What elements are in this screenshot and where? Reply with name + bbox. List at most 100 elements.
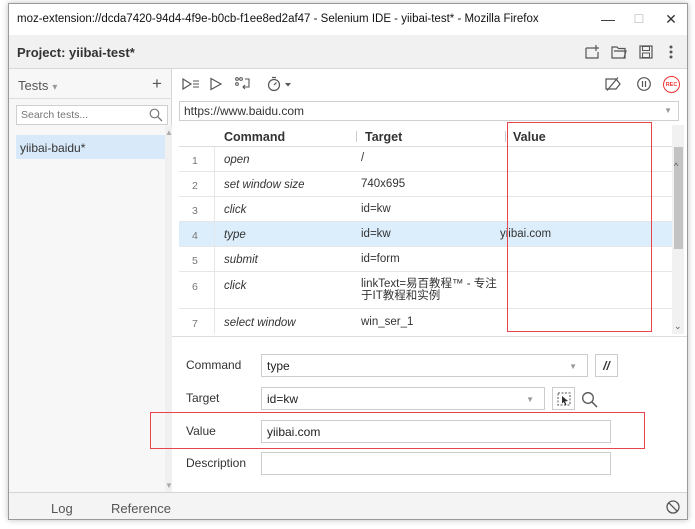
command-table: Command Target Value 1 open / 2 set wind… (179, 125, 679, 334)
row-number: 3 (192, 205, 198, 217)
record-button[interactable]: REC (663, 76, 680, 93)
tab-reference[interactable]: Reference (111, 501, 171, 516)
more-options-icon[interactable] (662, 43, 680, 61)
command-field[interactable]: ▼ (261, 354, 588, 377)
add-test-button[interactable]: + (152, 74, 162, 94)
description-field[interactable] (261, 452, 611, 475)
comment-toggle-button[interactable]: // (595, 354, 618, 377)
row-number: 5 (192, 255, 198, 267)
table-row[interactable]: 6 click linkText=易百教程™ - 专注 于IT教程和实例 (179, 272, 672, 309)
row-command: click (224, 280, 247, 292)
row-number: 2 (192, 180, 198, 192)
command-editor: Command ▼ // Target ▼ Value Description (150, 336, 687, 492)
scroll-up-icon[interactable]: ^ (674, 161, 678, 171)
row-command: open (224, 154, 250, 166)
step-over-icon[interactable] (234, 76, 252, 92)
row-command: submit (224, 254, 258, 266)
row-command: click (224, 204, 247, 216)
base-url-input[interactable] (180, 102, 650, 120)
command-label: Command (186, 358, 242, 372)
column-header-command: Command (224, 130, 286, 144)
tests-label: Tests (18, 78, 49, 93)
disable-breakpoints-icon[interactable] (604, 76, 622, 92)
value-input[interactable] (262, 421, 593, 442)
window-title: moz-extension://dcda7420-94d4-4f9e-b0cb-… (17, 13, 539, 25)
row-target: id=kw (361, 203, 391, 215)
search-icon (149, 108, 163, 122)
target-label: Target (186, 391, 220, 405)
main-panel: REC ▼ Command Target Value 1 open / 2 (150, 69, 687, 492)
row-number: 1 (192, 155, 198, 167)
bottom-panel-tabs: Log Reference (9, 492, 687, 520)
row-target: win_ser_1 (361, 316, 414, 328)
number-column-divider (214, 147, 215, 334)
playback-toolbar: REC (172, 69, 687, 99)
row-command: type (224, 229, 246, 241)
table-row[interactable]: 5 submit id=form (179, 247, 672, 272)
table-row[interactable]: 7 select window win_ser_1 (179, 309, 672, 334)
table-row[interactable]: 1 open / (179, 147, 672, 172)
open-project-icon[interactable] (610, 43, 628, 61)
target-field[interactable]: ▼ (261, 387, 545, 410)
maximize-button[interactable]: ☐ (624, 8, 654, 30)
row-target: id=form (361, 253, 400, 265)
column-header-target: Target (365, 130, 403, 144)
tests-dropdown[interactable]: Tests ▾ (18, 78, 57, 93)
select-target-icon (557, 392, 570, 405)
column-header-value: Value (513, 130, 546, 144)
row-command: set window size (224, 179, 305, 191)
chevron-down-icon: ▾ (52, 82, 58, 93)
row-target-line2: 于IT教程和实例 (361, 290, 441, 302)
tests-header: Tests ▾ + (9, 69, 172, 99)
row-command: select window (224, 317, 296, 329)
save-project-icon[interactable] (637, 43, 655, 61)
value-field[interactable] (261, 420, 611, 443)
tests-sidebar: Tests▾ + yiibai-baidu* ▲ ▼ (9, 69, 173, 492)
column-separator (505, 131, 506, 142)
row-number: 6 (192, 281, 198, 293)
tab-log[interactable]: Log (51, 501, 73, 516)
description-input[interactable] (262, 453, 593, 474)
command-table-header: Command Target Value (179, 125, 672, 147)
run-all-tests-icon[interactable] (182, 76, 200, 92)
command-table-scrollbar[interactable]: ^ ⌄ (672, 125, 684, 334)
test-item-yiibai-baidu[interactable]: yiibai-baidu* (16, 135, 165, 159)
value-label: Value (186, 424, 216, 438)
minimize-button[interactable]: — (593, 8, 623, 30)
project-title[interactable]: Project: yiibai-test* (17, 45, 135, 60)
row-target: id=kw (361, 228, 391, 240)
sidebar-scrollbar[interactable]: ▲ ▼ (165, 126, 173, 492)
row-number: 7 (192, 318, 198, 330)
select-target-button[interactable] (552, 387, 575, 410)
column-separator (356, 131, 357, 142)
browser-window: moz-extension://dcda7420-94d4-4f9e-b0cb-… (8, 3, 688, 520)
close-button[interactable]: ✕ (656, 8, 686, 30)
run-current-test-icon[interactable] (209, 76, 223, 92)
title-bar: moz-extension://dcda7420-94d4-4f9e-b0cb-… (9, 4, 687, 35)
chevron-down-icon[interactable]: ▼ (526, 395, 534, 404)
target-input[interactable] (262, 388, 530, 409)
command-input[interactable] (262, 355, 571, 376)
table-row[interactable]: 2 set window size 740x695 (179, 172, 672, 197)
project-bar: Project: yiibai-test* (9, 35, 687, 69)
table-row[interactable]: 3 click id=kw (179, 197, 672, 222)
pause-on-exceptions-icon[interactable] (636, 76, 652, 92)
chevron-down-icon[interactable]: ▼ (569, 362, 577, 371)
row-number: 4 (192, 230, 198, 242)
base-url-field[interactable]: ▼ (179, 101, 679, 121)
table-row-selected[interactable]: 4 type id=kw yiibai.com (179, 222, 672, 247)
scroll-down-icon[interactable]: ⌄ (674, 321, 682, 332)
new-project-icon[interactable] (583, 43, 601, 61)
row-target: linkText=易百教程™ - 专注 于IT教程和实例 (361, 278, 497, 302)
row-target: 740x695 (361, 178, 406, 190)
test-speed-icon[interactable] (266, 76, 294, 92)
description-label: Description (186, 456, 247, 470)
search-tests-field[interactable] (16, 105, 168, 125)
find-target-button[interactable] (579, 389, 599, 409)
clear-log-icon[interactable] (665, 499, 681, 515)
chevron-down-icon[interactable]: ▼ (664, 106, 672, 115)
active-tab-indicator (21, 519, 103, 520)
row-target: / (361, 152, 365, 164)
row-value: yiibai.com (500, 228, 552, 240)
search-tests-input[interactable] (17, 106, 142, 124)
